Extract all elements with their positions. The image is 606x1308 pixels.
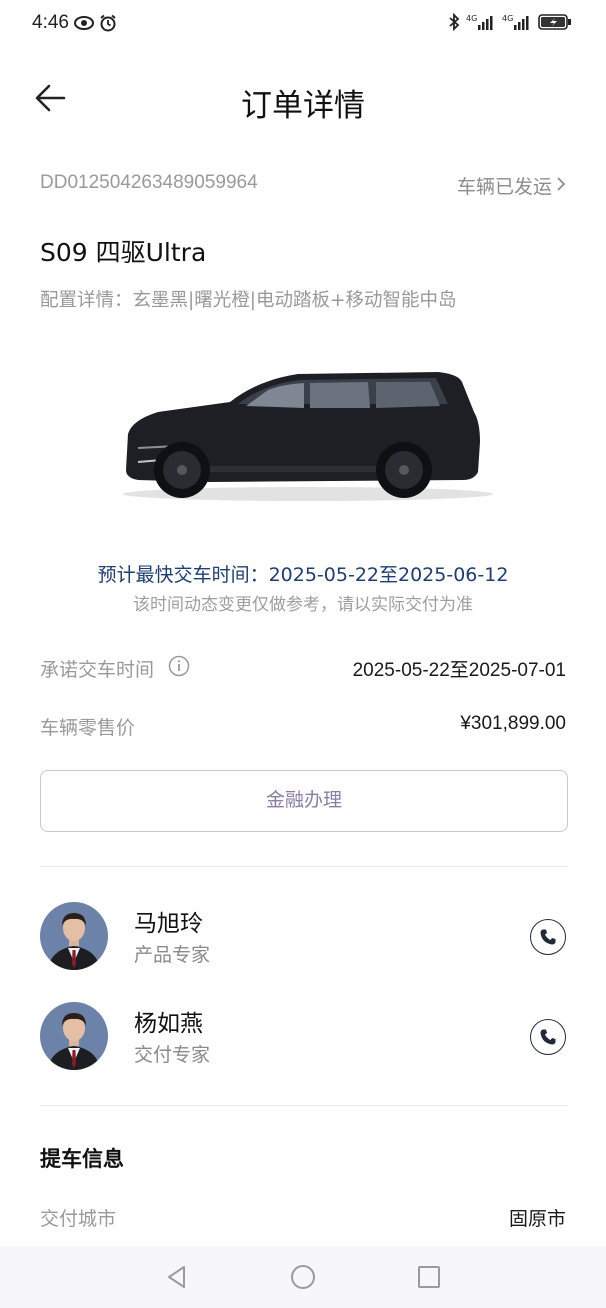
finance-button[interactable]: 金融办理 [40, 770, 568, 832]
order-status-link[interactable]: 车辆已发运 [457, 172, 566, 199]
order-number: DD012504263489059964 [40, 172, 258, 193]
eye-icon [74, 14, 94, 36]
chevron-right-icon [556, 175, 566, 197]
avatar [40, 902, 108, 970]
page-title: 订单详情 [241, 88, 365, 124]
avatar [40, 1002, 108, 1070]
top-nav-bar: 订单详情 [0, 60, 606, 136]
bluetooth-icon [448, 12, 460, 35]
retail-price-row: 车辆零售价 ¥301,899.00 [40, 713, 566, 743]
promised-delivery-row: 承诺交车时间 2025-05-22至2025-07-01 [40, 655, 566, 685]
estimated-delivery: 预计最快交车时间：2025-05-22至2025-06-12 [97, 564, 509, 586]
estimated-delivery-note: 该时间动态变更仅做参考，请以实际交付为准 [133, 595, 473, 615]
status-time: 4:46 [32, 12, 69, 33]
svg-text:4G: 4G [466, 14, 477, 23]
order-info-row: DD012504263489059964 车辆已发运 [40, 172, 566, 198]
pickup-section-title: 提车信息 [40, 1147, 124, 1171]
contact-role: 交付专家 [134, 1044, 211, 1066]
contact-name: 杨如燕 [134, 1011, 203, 1037]
retail-price-label: 车辆零售价 [40, 717, 136, 739]
contact-name: 马旭玲 [134, 911, 203, 937]
promised-delivery-label: 承诺交车时间 [40, 659, 155, 681]
retail-price-value: ¥301,899.00 [460, 713, 566, 734]
vehicle-config: 配置详情：玄墨黑|曙光橙|电动踏板+移动智能中岛 [40, 290, 457, 311]
svg-text:4G: 4G [502, 14, 513, 23]
car-image [118, 362, 498, 512]
recents-square-icon[interactable] [416, 1264, 442, 1290]
phone-icon[interactable] [530, 919, 566, 955]
home-circle-icon[interactable] [290, 1264, 316, 1290]
signal-4g-icon: 4G [466, 13, 496, 35]
vehicle-model: S09 四驱Ultra [40, 238, 207, 267]
signal-4g-icon-2: 4G [502, 13, 532, 35]
divider [40, 866, 568, 867]
system-nav-bar [0, 1246, 606, 1308]
contact-role: 产品专家 [134, 944, 211, 966]
delivery-city-value: 固原市 [508, 1209, 566, 1230]
status-bar: 4:46 4G 4G [0, 0, 606, 50]
battery-icon [538, 13, 572, 35]
delivery-city-row: 交付城市 固原市 [40, 1204, 566, 1234]
promised-delivery-value: 2025-05-22至2025-07-01 [352, 660, 566, 681]
delivery-city-label: 交付城市 [40, 1208, 117, 1230]
divider [40, 1105, 568, 1106]
alarm-icon [99, 14, 117, 36]
info-icon[interactable] [168, 655, 190, 682]
order-status-label: 车辆已发运 [456, 176, 552, 198]
contact-card: 杨如燕 交付专家 [40, 1002, 568, 1076]
back-triangle-icon[interactable] [164, 1264, 190, 1290]
contact-card: 马旭玲 产品专家 [40, 902, 568, 976]
phone-icon[interactable] [530, 1019, 566, 1055]
